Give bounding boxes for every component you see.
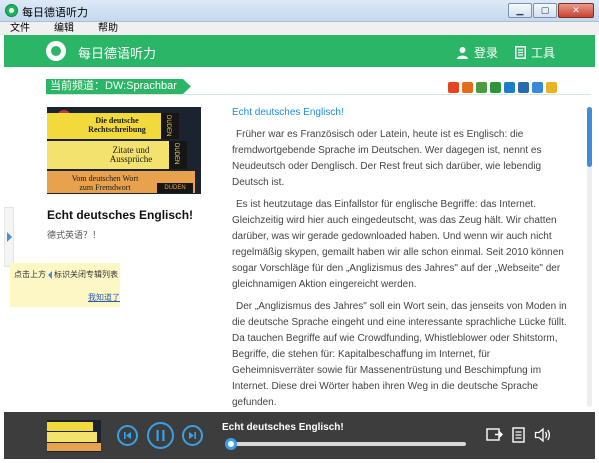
close-button[interactable]: ✕ (558, 3, 594, 18)
pause-button[interactable] (147, 422, 174, 449)
skip-previous-icon (124, 432, 131, 439)
article-paragraph: Der „Anglizismus des Jahres" soll ein Wo… (232, 301, 567, 408)
douban-share-icon[interactable] (490, 82, 501, 93)
menu-bar: 文件 编辑 帮助 (0, 22, 599, 35)
article-paragraph: Früher war es Französisch oder Latein, h… (232, 129, 542, 188)
minimize-button[interactable]: ▁ (508, 3, 532, 18)
skip-next-icon (189, 432, 196, 439)
window-title: 每日德语听力 (22, 7, 88, 19)
album-cover-image[interactable]: Die deutsche Rechtschreibung DUDEN Zitat… (47, 107, 201, 194)
user-icon (457, 47, 468, 59)
book1-spine: DUDEN (161, 113, 179, 139)
weibo-share-icon[interactable] (462, 82, 473, 93)
pause-icon (156, 430, 165, 441)
article-title: Echt deutsches Englisch! (232, 107, 344, 118)
book1-title: Die deutsche Rechtschreibung (88, 116, 146, 134)
maximize-button[interactable]: ▢ (533, 3, 557, 18)
cover-book-2: Zitate und Aussprüche DUDEN (47, 141, 187, 169)
tooltip-text-after: 标识关闭专辑列表 (54, 270, 118, 279)
qzone-share-icon[interactable] (448, 82, 459, 93)
album-subtitle: 德式英语？！ (47, 230, 102, 240)
main-content: 当前频道：DW:Sprachbar Die deutsche Rechtschr… (4, 67, 595, 412)
playlist-icon[interactable] (512, 427, 525, 443)
article-body: Echt deutsches Englisch! Früher war es F… (232, 107, 572, 417)
article-paragraph: Es ist heutzutage das Einfallstor für en… (232, 199, 564, 290)
book3-title: Vom deutschen Wort zum Fremdwort (71, 174, 139, 192)
scrollbar-thumb[interactable] (587, 107, 592, 167)
progress-track[interactable] (226, 442, 466, 446)
cover-book-1: Die deutsche Rechtschreibung DUDEN (47, 113, 179, 139)
brand-logo-icon (46, 41, 66, 61)
now-playing-thumbnail[interactable] (47, 420, 101, 452)
album-list-tooltip: 点击上方 标识关闭专辑列表 我知道了 (10, 263, 120, 307)
document-icon (515, 46, 526, 59)
tooltip-dismiss-link[interactable]: 我知道了 (88, 292, 120, 303)
kaixin-share-icon[interactable] (504, 82, 515, 93)
channel-divider (46, 94, 591, 95)
cover-book-3: Vom deutschen Wort zum Fremdwort DUDEN (47, 171, 195, 193)
loop-mode-icon[interactable] (486, 427, 503, 443)
next-button[interactable] (182, 425, 203, 446)
renren-share-icon[interactable] (476, 82, 487, 93)
progress-knob[interactable] (224, 438, 237, 450)
book3-spine: DUDEN (157, 183, 193, 193)
login-label: 登录 (474, 46, 499, 60)
favorite-share-icon[interactable] (546, 82, 557, 93)
tencent-share-icon[interactable] (518, 82, 529, 93)
book2-spine: DUDEN (169, 141, 187, 169)
share-bar (448, 82, 557, 93)
current-channel-tag: 当前频道：DW:Sprachbar (46, 79, 191, 94)
window-title-bar: 每日德语听力 ▁ ▢ ✕ (0, 0, 599, 22)
menu-file[interactable]: 文件 (10, 22, 30, 35)
article-scrollbar[interactable] (587, 107, 592, 407)
tooltip-text-before: 点击上方 (14, 270, 46, 279)
volume-icon[interactable] (534, 427, 552, 443)
now-playing-title: Echt deutsches Englisch! (222, 422, 344, 433)
album-heading: Echt deutsches Englisch! (47, 208, 194, 222)
brand-title: 每日德语听力 (78, 46, 157, 61)
tools-button[interactable]: 工具 (515, 44, 555, 61)
menu-edit[interactable]: 编辑 (54, 22, 74, 35)
album-list-toggle[interactable] (4, 207, 14, 267)
login-button[interactable]: 登录 (456, 44, 498, 61)
qq-share-icon[interactable] (532, 82, 543, 93)
app-header: 每日德语听力 登录 工具 (4, 35, 595, 67)
left-arrow-icon (48, 270, 52, 279)
player-bar: Echt deutsches Englisch! (4, 412, 595, 459)
previous-button[interactable] (117, 425, 138, 446)
app-logo-icon (5, 4, 18, 17)
book2-title: Zitate und Aussprüche (109, 145, 153, 164)
tools-label: 工具 (531, 46, 556, 60)
menu-help[interactable]: 帮助 (98, 22, 118, 35)
